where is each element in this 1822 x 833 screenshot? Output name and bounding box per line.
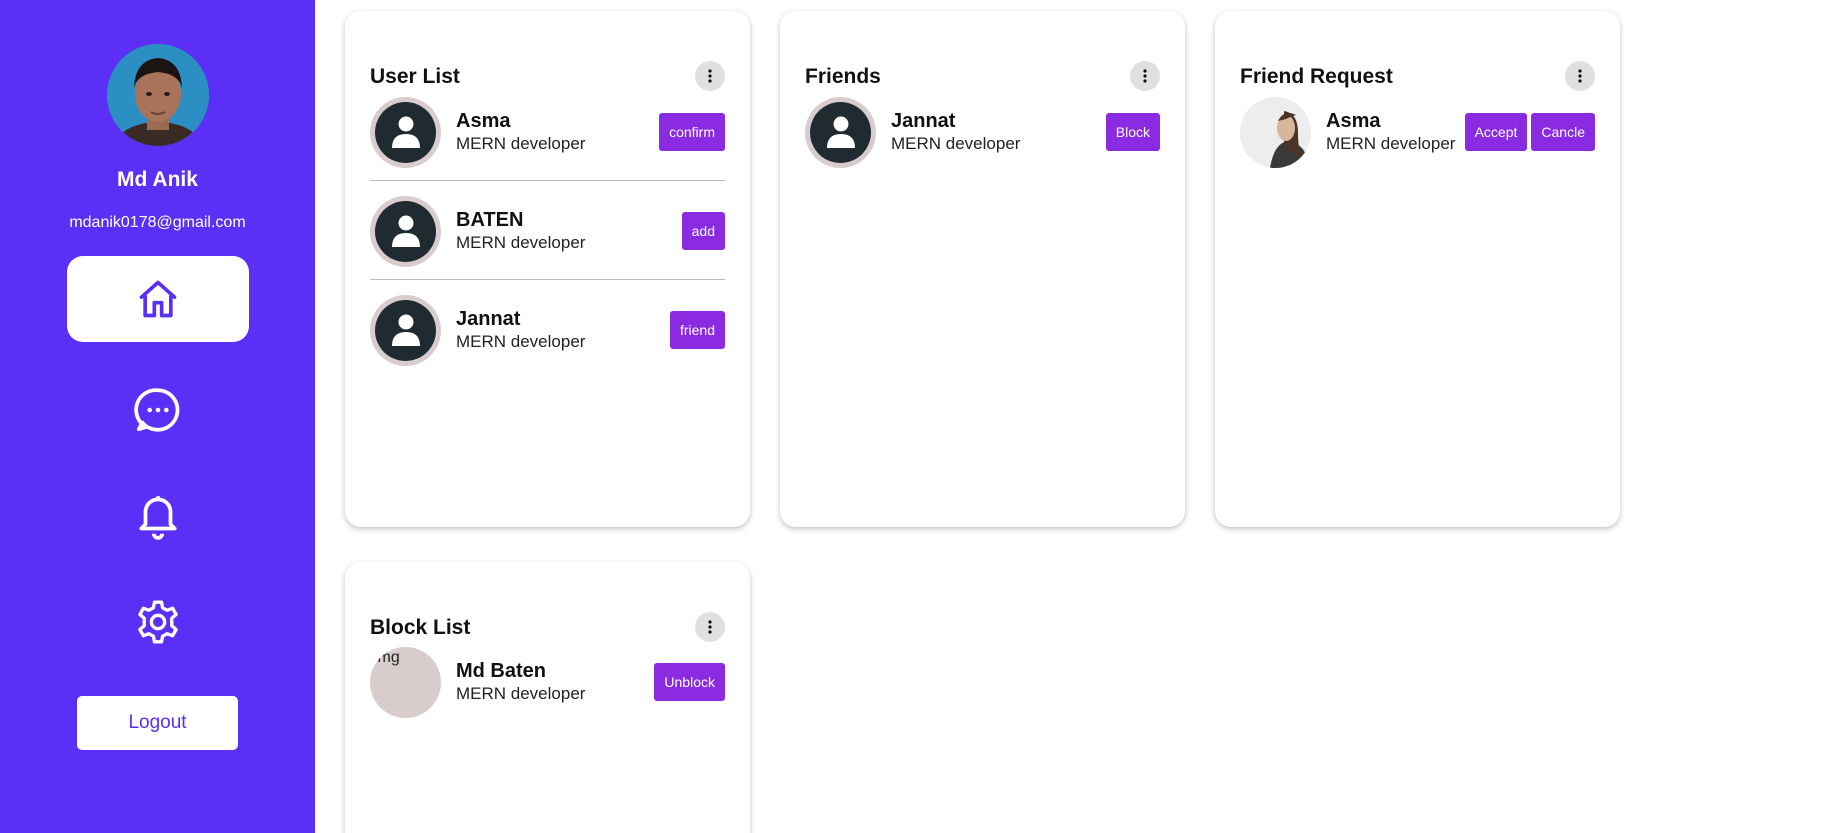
user-icon — [391, 215, 420, 247]
user-icon — [826, 116, 855, 148]
user-list-card: User List Asma MERN developer confirm BA… — [345, 11, 750, 527]
list-item: Asma MERN developer confirm — [370, 96, 725, 181]
nav-messages-button[interactable] — [128, 372, 188, 448]
blocked-role: MERN developer — [456, 683, 586, 703]
user-icon — [391, 314, 420, 346]
avatar — [805, 96, 876, 168]
confirm-button[interactable]: confirm — [659, 113, 725, 151]
blocked-name: Md Baten — [456, 659, 546, 682]
bell-icon — [138, 496, 177, 540]
friend-request-title: Friend Request — [1240, 65, 1393, 88]
home-icon — [139, 280, 176, 318]
user-icon — [391, 116, 420, 148]
user-list-title: User List — [370, 65, 460, 88]
avatar — [370, 96, 441, 168]
profile-name: Md Anik — [117, 168, 198, 191]
kebab-icon — [1578, 69, 1582, 83]
cancel-button[interactable]: Cancle — [1531, 113, 1595, 151]
block-list-card: Block List img Md Baten MERN developer U… — [345, 562, 750, 833]
user-role: MERN developer — [456, 133, 586, 153]
friends-menu-button[interactable] — [1130, 61, 1160, 91]
avatar: img — [370, 646, 441, 718]
user-role: MERN developer — [456, 331, 586, 351]
nav-settings-button[interactable] — [128, 584, 188, 660]
requester-name: Asma — [1326, 109, 1381, 132]
requester-role: MERN developer — [1326, 133, 1456, 153]
block-list-title: Block List — [370, 616, 471, 639]
friend-name: Jannat — [891, 109, 956, 132]
block-list-menu-button[interactable] — [695, 612, 725, 642]
user-name: Asma — [456, 109, 511, 132]
profile-avatar[interactable] — [106, 44, 209, 146]
profile-photo — [106, 44, 209, 146]
accept-button[interactable]: Accept — [1464, 113, 1528, 151]
kebab-icon — [708, 69, 712, 83]
friend-request-menu-button[interactable] — [1565, 61, 1595, 91]
list-item: Jannat MERN developer friend — [370, 294, 725, 366]
user-name: Jannat — [456, 307, 521, 330]
friends-card: Friends Jannat MERN developer Block — [780, 11, 1185, 527]
avatar — [370, 195, 441, 267]
friend-role: MERN developer — [891, 133, 1021, 153]
user-name: BATEN — [456, 208, 524, 231]
list-item: BATEN MERN developer add — [370, 195, 725, 280]
logout-button[interactable]: Logout — [77, 696, 238, 750]
broken-image-alt: img — [374, 648, 400, 666]
chat-icon — [133, 388, 179, 432]
list-item: Asma MERN developer Accept Cancle — [1240, 96, 1595, 168]
user-role: MERN developer — [456, 232, 586, 252]
nav-notifications-button[interactable] — [128, 478, 188, 554]
nav-home-button[interactable] — [66, 256, 249, 342]
avatar — [370, 294, 441, 366]
kebab-icon — [1143, 69, 1147, 83]
block-button[interactable]: Block — [1105, 113, 1160, 151]
friend-request-card: Friend Request Asma MERN developer Accep… — [1215, 11, 1620, 527]
avatar — [1240, 96, 1311, 168]
friends-title: Friends — [805, 65, 881, 88]
gear-icon — [137, 600, 178, 644]
list-item: img Md Baten MERN developer Unblock — [370, 646, 725, 718]
request-photo — [1240, 96, 1311, 168]
list-item: Jannat MERN developer Block — [805, 96, 1160, 168]
friend-button[interactable]: friend — [669, 311, 725, 349]
unblock-button[interactable]: Unblock — [654, 663, 725, 701]
profile-email: mdanik0178@gmail.com — [69, 214, 246, 231]
user-list-menu-button[interactable] — [695, 61, 725, 91]
sidebar: Md Anik mdanik0178@gmail.com Logout — [0, 0, 315, 833]
add-button[interactable]: add — [681, 212, 725, 250]
kebab-icon — [708, 620, 712, 634]
